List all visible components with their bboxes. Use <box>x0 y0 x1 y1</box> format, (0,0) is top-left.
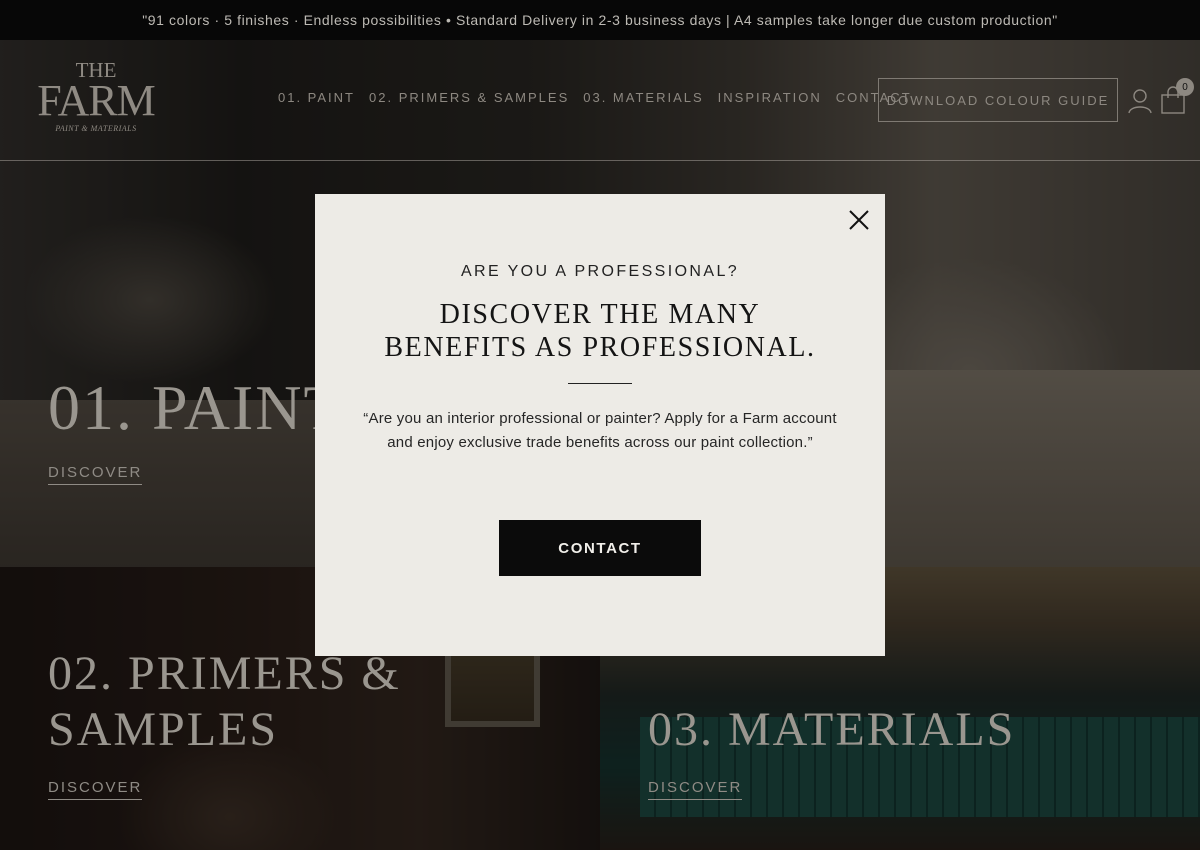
primers-panel-title-line-2: SAMPLES <box>48 703 279 756</box>
contact-button[interactable]: CONTACT <box>499 520 701 576</box>
logo-line-3: PAINT & MATERIALS <box>55 124 137 133</box>
paint-panel-title: 01. PAINT <box>48 372 345 443</box>
modal-body-text: “Are you an interior professional or pai… <box>363 410 837 451</box>
cart-count-badge: 0 <box>1176 78 1194 96</box>
modal-divider <box>568 383 632 384</box>
main-nav: 01. PAINT 02. PRIMERS & SAMPLES 03. MATE… <box>278 90 912 105</box>
nav-item-inspiration[interactable]: INSPIRATION <box>718 90 822 105</box>
user-icon[interactable] <box>1128 88 1152 114</box>
modal-headline: DISCOVER THE MANY BENEFITS AS PROFESSION… <box>355 298 845 364</box>
materials-panel-title: 03. MATERIALS <box>648 703 1016 756</box>
logo[interactable]: THE FARM PAINT & MATERIALS <box>28 60 164 142</box>
site-header: THE FARM PAINT & MATERIALS 01. PAINT 02.… <box>0 40 1200 161</box>
paint-discover-link[interactable]: DISCOVER <box>48 464 143 485</box>
logo-line-2: FARM <box>37 76 155 125</box>
nav-item-primers-samples[interactable]: 02. PRIMERS & SAMPLES <box>369 90 569 105</box>
close-icon[interactable] <box>847 208 871 232</box>
modal-headline-line-1: DISCOVER THE MANY <box>439 299 761 330</box>
nav-item-paint[interactable]: 01. PAINT <box>278 90 355 105</box>
modal-eyebrow: ARE YOU A PROFESSIONAL? <box>460 263 740 280</box>
materials-discover-link[interactable]: DISCOVER <box>648 779 743 800</box>
professional-modal: ARE YOU A PROFESSIONAL? DISCOVER THE MAN… <box>315 194 885 656</box>
nav-item-materials[interactable]: 03. MATERIALS <box>583 90 703 105</box>
announcement-bar: "91 colors · 5 finishes · Endless possib… <box>0 0 1200 40</box>
modal-headline-line-2: BENEFITS AS PROFESSIONAL. <box>384 332 816 363</box>
download-colour-guide-button[interactable]: DOWNLOAD COLOUR GUIDE <box>878 78 1118 122</box>
announcement-text: "91 colors · 5 finishes · Endless possib… <box>142 12 1058 28</box>
primers-discover-link[interactable]: DISCOVER <box>48 779 143 800</box>
